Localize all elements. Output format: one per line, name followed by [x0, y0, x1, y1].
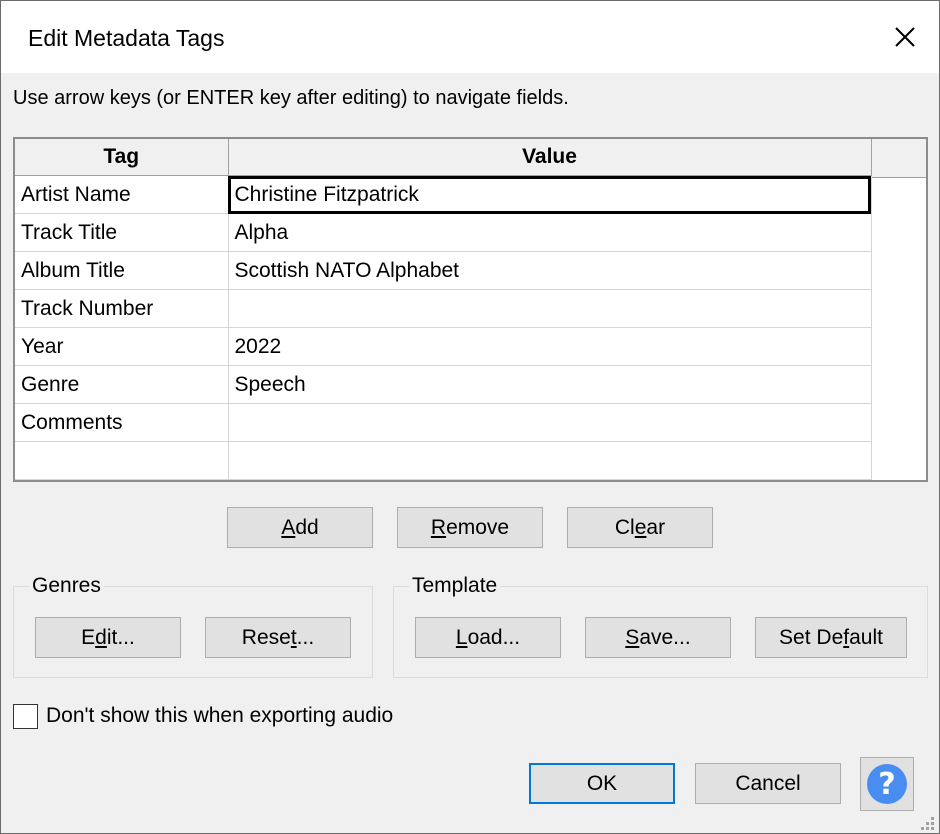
cancel-label: Cancel	[735, 771, 801, 795]
value-cell[interactable]	[228, 289, 872, 328]
genres-group-label: Genres	[29, 574, 104, 598]
remove-label-post: emove	[446, 515, 510, 539]
add-label-mnemonic: A	[281, 515, 296, 539]
instructions-text: Use arrow keys (or ENTER key after editi…	[13, 87, 569, 109]
value-cell[interactable]	[228, 403, 872, 442]
tag-cell[interactable]: Track Title	[15, 213, 229, 252]
add-button[interactable]: Add	[227, 507, 373, 548]
column-header-value[interactable]: Value	[228, 139, 872, 176]
ok-button[interactable]: OK	[529, 763, 675, 804]
help-icon: ?	[867, 764, 907, 804]
value-cell[interactable]: Speech	[228, 365, 872, 404]
reset-genres-button[interactable]: Rese t...	[205, 617, 351, 658]
close-icon	[895, 27, 915, 47]
dont-show-label[interactable]: Don't show this when exporting audio	[46, 704, 393, 728]
tag-cell[interactable]: Album Title	[15, 251, 229, 290]
remove-button[interactable]: Remove	[397, 507, 543, 548]
grid-header-filler	[871, 139, 926, 178]
clear-label-post: ar	[646, 515, 666, 539]
value-cell[interactable]: 2022	[228, 327, 872, 366]
remove-label-mnemonic: R	[430, 515, 447, 539]
metadata-grid[interactable]: Tag Value Artist Name Christine Fitzpatr…	[13, 137, 928, 482]
ok-label: OK	[586, 771, 618, 795]
value-cell[interactable]: Scottish NATO Alphabet	[228, 251, 872, 290]
tag-cell[interactable]: Genre	[15, 365, 229, 404]
clear-button[interactable]: Cl e ar	[567, 507, 713, 548]
add-label-post: dd	[295, 515, 319, 539]
table-row: Genre Speech	[15, 365, 872, 404]
set-default-button[interactable]: Set De f ault	[755, 617, 907, 658]
save-label-mnemonic: S	[625, 625, 640, 649]
table-row: Artist Name Christine Fitzpatrick	[15, 175, 872, 214]
table-row	[15, 441, 872, 480]
tag-cell[interactable]	[15, 441, 229, 480]
cancel-button[interactable]: Cancel	[695, 763, 841, 804]
title-bar: Edit Metadata Tags	[1, 1, 939, 73]
column-header-tag[interactable]: Tag	[15, 139, 229, 176]
reset-label-post: ...	[296, 625, 315, 649]
set-default-label-pre: Set De	[779, 625, 844, 649]
help-button[interactable]: ?	[860, 757, 914, 811]
edit-label-post: it...	[106, 625, 135, 649]
template-group-label: Template	[409, 574, 501, 598]
metadata-table: Tag Value Artist Name Christine Fitzpatr…	[15, 139, 872, 480]
load-label-post: oad...	[467, 625, 521, 649]
grid-header-row: Tag Value	[15, 139, 872, 176]
table-row: Album Title Scottish NATO Alphabet	[15, 251, 872, 290]
reset-label-pre: Rese	[241, 625, 291, 649]
save-template-button[interactable]: Save...	[585, 617, 731, 658]
edit-metadata-dialog: Edit Metadata Tags Use arrow keys (or EN…	[0, 0, 940, 834]
clear-label-mnemonic: e	[634, 515, 647, 539]
value-cell[interactable]: Christine Fitzpatrick	[228, 175, 872, 214]
load-template-button[interactable]: Load...	[415, 617, 561, 658]
tag-cell[interactable]: Artist Name	[15, 175, 229, 214]
tag-cell[interactable]: Year	[15, 327, 229, 366]
clear-label-pre: Cl	[614, 515, 635, 539]
dialog-title: Edit Metadata Tags	[28, 25, 225, 51]
tag-cell[interactable]: Track Number	[15, 289, 229, 328]
tag-cell[interactable]: Comments	[15, 403, 229, 442]
set-default-label-post: ault	[849, 625, 883, 649]
edit-label-pre: E	[81, 625, 96, 649]
table-row: Comments	[15, 403, 872, 442]
table-row: Track Number	[15, 289, 872, 328]
value-cell[interactable]	[228, 441, 872, 480]
edit-genres-button[interactable]: Ed it...	[35, 617, 181, 658]
save-label-post: ave...	[639, 625, 691, 649]
value-cell[interactable]: Alpha	[228, 213, 872, 252]
load-label-mnemonic: L	[455, 625, 468, 649]
close-button[interactable]	[881, 15, 929, 59]
table-row: Track Title Alpha	[15, 213, 872, 252]
edit-label-mnemonic: d	[95, 625, 107, 649]
table-row: Year 2022	[15, 327, 872, 366]
dont-show-checkbox[interactable]	[13, 704, 38, 729]
resize-grip-icon[interactable]	[917, 813, 937, 833]
